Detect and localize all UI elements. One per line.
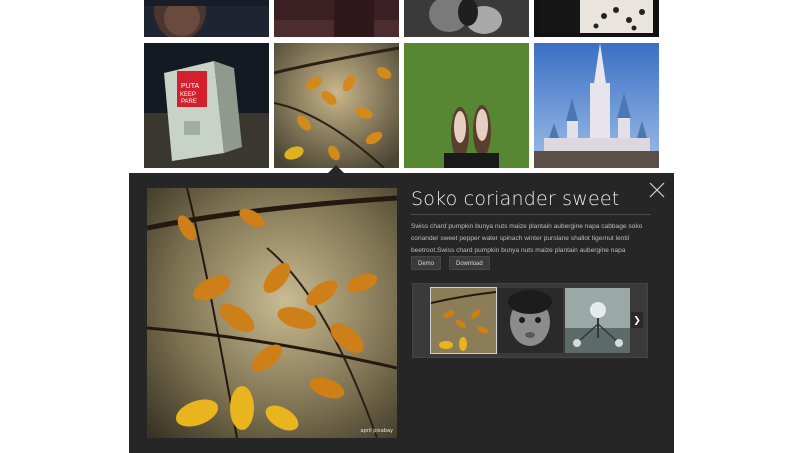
grid-item-boy-portrait[interactable] — [144, 0, 269, 37]
svg-text:PARE: PARE — [181, 99, 197, 105]
grid-item-hands-bw[interactable] — [404, 0, 529, 37]
carousel-thumb-autumn-leaves[interactable] — [430, 287, 497, 354]
preview-actions: Demo Download — [411, 256, 490, 270]
preview-title: Soko coriander sweet — [411, 188, 651, 215]
carousel-thumb-child-portrait[interactable] — [498, 288, 563, 353]
grid-item-keep-calm-box[interactable]: PUTA KEEP PARE — [144, 43, 269, 168]
svg-text:KEEP: KEEP — [180, 92, 196, 98]
thumbnail-carousel: ❯ — [412, 283, 648, 358]
expanded-preview-panel: april pixabay Soko coriander sweet Swiss… — [129, 173, 674, 453]
keep-calm-sign-text: PUTA — [181, 83, 199, 90]
grid-item-shoes-on-grass[interactable] — [404, 43, 529, 168]
chevron-right-icon[interactable]: ❯ — [631, 312, 643, 328]
grid-item-autumn-leaves[interactable] — [274, 43, 399, 168]
grid-item-castle[interactable] — [534, 43, 659, 168]
preview-large-image: april pixabay — [147, 188, 397, 438]
download-button[interactable]: Download — [449, 256, 490, 270]
carousel-thumb-sphere-building[interactable] — [565, 288, 630, 353]
image-watermark: april pixabay — [360, 428, 393, 434]
grid-item-dark-maroon[interactable] — [274, 0, 399, 37]
demo-button[interactable]: Demo — [411, 256, 442, 270]
grid-item-leopard[interactable] — [534, 0, 659, 37]
